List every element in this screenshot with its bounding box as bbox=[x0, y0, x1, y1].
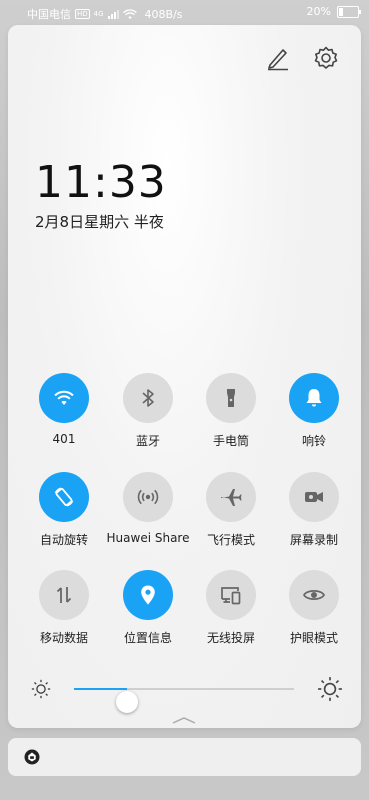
notification-card[interactable] bbox=[8, 738, 361, 776]
tile-label: 蓝牙 bbox=[135, 434, 160, 448]
tile-wifi[interactable]: 401 bbox=[22, 373, 106, 446]
tile-airplane[interactable]: 飞行模式 bbox=[189, 472, 273, 548]
network-type: 4G bbox=[93, 10, 104, 18]
tile-huawei-share[interactable]: Huawei Share bbox=[106, 472, 190, 545]
location-icon bbox=[141, 585, 155, 605]
bluetooth-tile-circle[interactable] bbox=[123, 373, 173, 423]
tile-label: 手电筒 bbox=[212, 434, 249, 448]
tile-wireless-projection[interactable]: 无线投屏 bbox=[189, 570, 273, 646]
tile-bluetooth[interactable]: 蓝牙 bbox=[106, 373, 190, 449]
tile-flashlight[interactable]: 手电筒 bbox=[189, 373, 273, 449]
wifi-status-icon bbox=[122, 8, 137, 19]
ringer-tile-circle[interactable] bbox=[289, 373, 339, 423]
airplane-icon bbox=[221, 489, 242, 506]
tile-label: 屏幕录制 bbox=[289, 533, 338, 547]
flashlight-icon bbox=[227, 389, 235, 407]
location-tile-circle[interactable] bbox=[123, 570, 173, 620]
network-speed: 408B/s bbox=[144, 7, 183, 21]
settings-icon[interactable] bbox=[313, 45, 339, 71]
auto-rotate-tile-circle[interactable] bbox=[39, 472, 89, 522]
battery-percent: 20% bbox=[306, 5, 331, 18]
tile-ringer[interactable]: 响铃 bbox=[272, 373, 356, 449]
carrier-label: 中国电信 bbox=[27, 8, 71, 21]
wifi-icon bbox=[54, 390, 74, 405]
brightness-low-icon bbox=[31, 679, 51, 699]
eye-comfort-icon bbox=[303, 590, 325, 600]
tile-label: Huawei Share bbox=[106, 531, 190, 545]
tile-mobile-data[interactable]: 移动数据 bbox=[22, 570, 106, 646]
airplane-tile-circle[interactable] bbox=[206, 472, 256, 522]
clock-date: 2月8日星期六 半夜 bbox=[35, 213, 164, 231]
collapse-handle-icon[interactable] bbox=[172, 715, 196, 725]
tile-auto-rotate[interactable]: 自动旋转 bbox=[22, 472, 106, 548]
battery-icon bbox=[337, 5, 361, 18]
wifi-tile-circle[interactable] bbox=[39, 373, 89, 423]
eye-comfort-tile-circle[interactable] bbox=[289, 570, 339, 620]
tile-label: 飞行模式 bbox=[206, 533, 255, 547]
flashlight-tile-circle[interactable] bbox=[206, 373, 256, 423]
tile-label: 移动数据 bbox=[39, 631, 88, 645]
tile-label: 自动旋转 bbox=[39, 533, 88, 547]
clock-time: 11:33 bbox=[35, 157, 167, 208]
tile-label: 护眼模式 bbox=[289, 631, 338, 645]
auto-rotate-icon bbox=[54, 487, 74, 507]
screen-record-icon bbox=[305, 492, 323, 502]
wireless-projection-icon bbox=[221, 587, 241, 605]
screen-record-tile-circle[interactable] bbox=[289, 472, 339, 522]
huawei-share-icon bbox=[137, 489, 159, 505]
brightness-slider-fill bbox=[74, 688, 127, 690]
tile-screen-record[interactable]: 屏幕录制 bbox=[272, 472, 356, 548]
hd-badge: HD bbox=[75, 9, 90, 19]
control-panel: 11:33 2月8日星期六 半夜 401 蓝牙 手电筒 响铃 自动旋转 Huaw… bbox=[8, 25, 361, 728]
brightness-slider-thumb[interactable] bbox=[116, 691, 138, 713]
tile-label: 无线投屏 bbox=[206, 631, 255, 645]
bell-icon bbox=[306, 389, 322, 407]
edit-icon[interactable] bbox=[265, 45, 291, 71]
tile-eye-comfort[interactable]: 护眼模式 bbox=[272, 570, 356, 646]
tile-label: 位置信息 bbox=[123, 631, 172, 645]
mobile-data-tile-circle[interactable] bbox=[39, 570, 89, 620]
tile-location[interactable]: 位置信息 bbox=[106, 570, 190, 646]
wireless-projection-tile-circle[interactable] bbox=[206, 570, 256, 620]
app-notification-icon bbox=[24, 749, 40, 765]
bluetooth-icon bbox=[142, 389, 154, 407]
signal-icon bbox=[107, 9, 119, 19]
tile-label: 401 bbox=[52, 432, 76, 446]
brightness-slider[interactable] bbox=[74, 688, 294, 713]
huawei-share-tile-circle[interactable] bbox=[123, 472, 173, 522]
mobile-data-icon bbox=[56, 587, 72, 603]
tile-label: 响铃 bbox=[301, 434, 326, 448]
brightness-control bbox=[8, 675, 361, 713]
brightness-high-icon bbox=[318, 677, 342, 701]
status-bar: 中国电信 HD 4G 408B/s 20% bbox=[0, 0, 369, 26]
